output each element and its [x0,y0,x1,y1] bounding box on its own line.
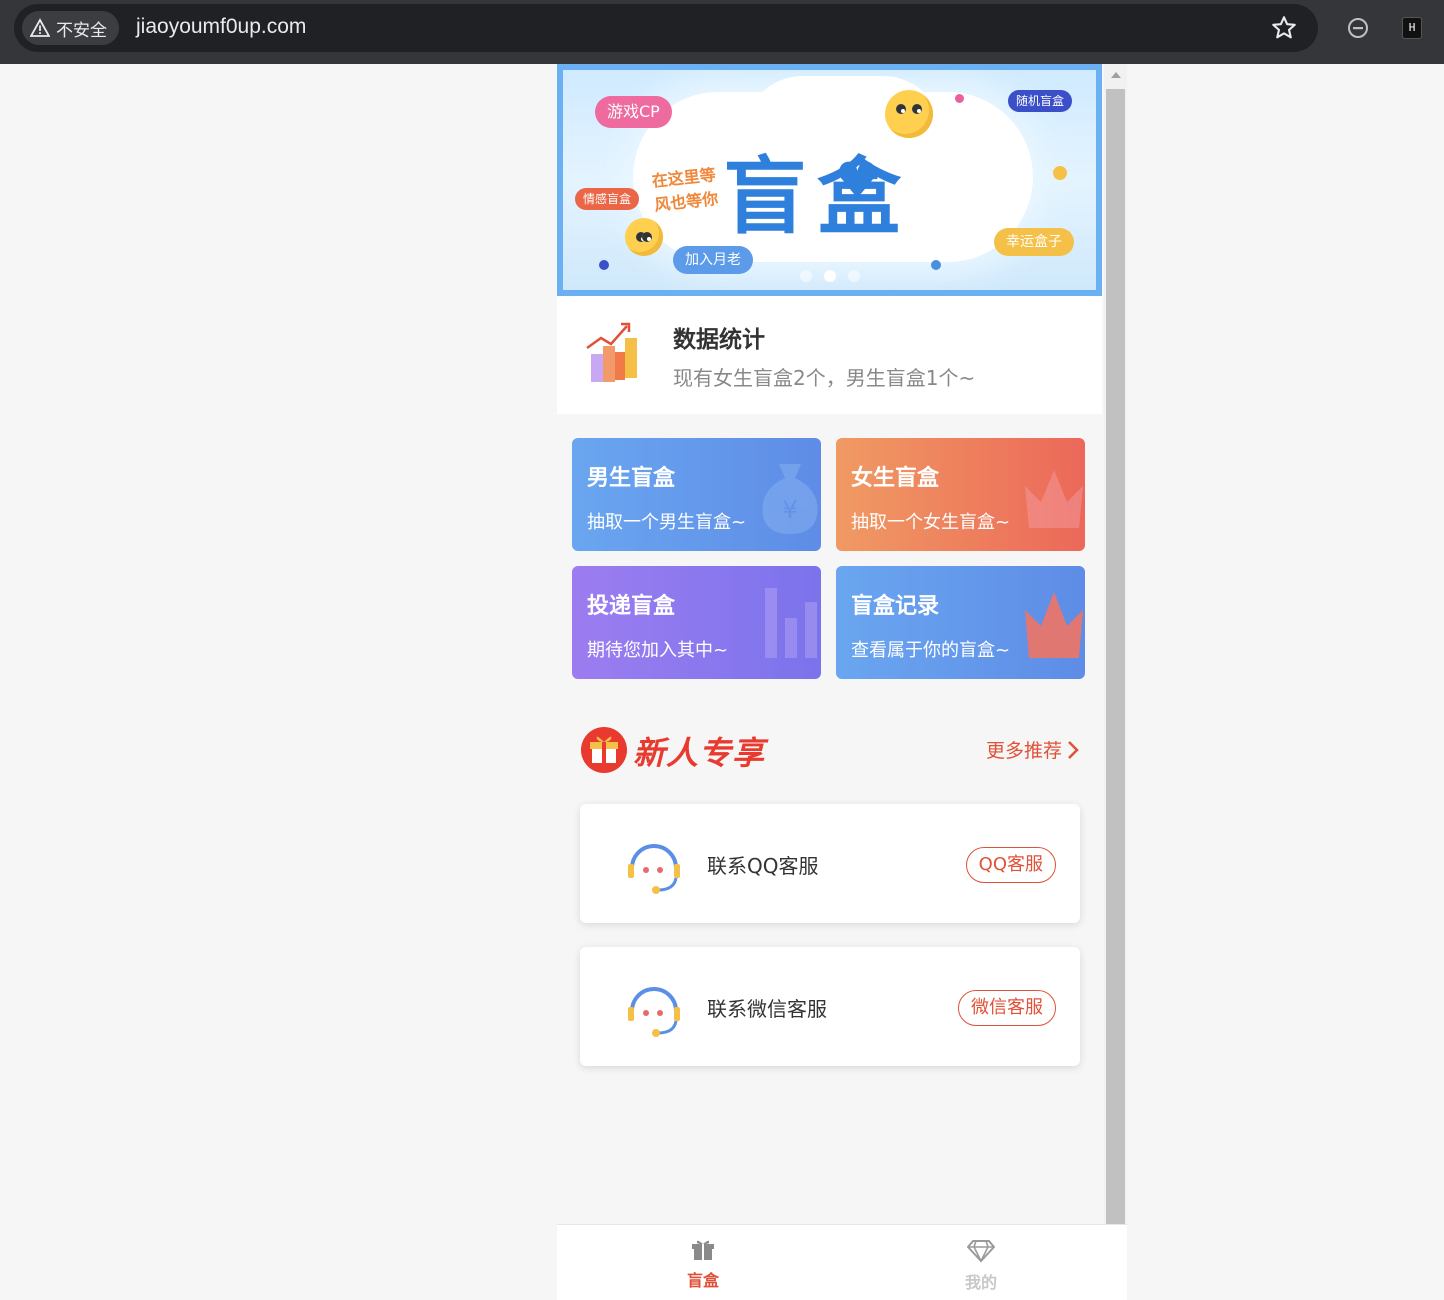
tag-lucky: 幸运盒子 [994,228,1074,256]
service-label: 联系QQ客服 [707,854,819,878]
card-subtitle: 抽取一个女生盲盒~ [851,512,1011,533]
tab-label: 盲盒 [686,1271,719,1290]
card-title: 投递盲盒 [587,594,676,619]
address-bar[interactable]: 不安全 jiaoyoumf0up.com [14,4,1318,52]
warning-icon [30,18,50,37]
crown-icon [1025,470,1083,528]
browser-toolbar: 不安全 jiaoyoumf0up.com H [0,0,1444,64]
chevron-right-icon [1068,740,1079,759]
svg-text:¥: ¥ [782,496,797,524]
tab-mine[interactable]: 我的 [941,1239,1021,1293]
crown-icon [1025,592,1083,658]
tab-blind-box[interactable]: 盲盒 [663,1239,743,1291]
banner-title: 盲盒 [723,148,912,246]
feature-grid: 男生盲盒 抽取一个男生盲盒~ ¥ 女生盲盒 抽取一个女生盲盒~ 投递盲盒 期待您… [557,414,1102,692]
decor-dot [931,260,941,270]
url-text[interactable]: jiaoyoumf0up.com [136,15,306,39]
tab-label: 我的 [964,1273,997,1292]
card-subtitle: 期待您加入其中~ [587,640,729,661]
card-subtitle: 查看属于你的盲盒~ [851,640,1011,661]
card-girl-box[interactable]: 女生盲盒 抽取一个女生盲盒~ [836,438,1085,551]
card-send-box[interactable]: 投递盲盒 期待您加入其中~ [572,566,821,679]
card-record-box[interactable]: 盲盒记录 查看属于你的盲盒~ [836,566,1085,679]
scrollbar-thumb[interactable] [1106,89,1125,1224]
bar-graph-icon [765,588,817,658]
banner-slide: 盲盒 ♥ 游戏CP 情感盲盒 随机盲盒 加入月老 幸运盒子 在这里等风也等你 [563,70,1096,290]
qq-service-card[interactable]: 联系QQ客服 QQ客服 [580,804,1080,923]
card-subtitle: 抽取一个男生盲盒~ [587,512,747,533]
service-label: 联系微信客服 [707,997,827,1021]
heart-icon: ♥ [835,152,880,210]
bottom-tab-bar: 盲盒 我的 [557,1224,1127,1300]
stats-section: 数据统计 现有女生盲盒2个，男生盲盒1个~ [557,296,1102,414]
extension-minus-icon[interactable] [1346,16,1370,40]
wechat-service-button[interactable]: 微信客服 [958,990,1056,1026]
diamond-icon [967,1240,995,1263]
decor-dot [599,260,609,270]
card-boy-box[interactable]: 男生盲盒 抽取一个男生盲盒~ ¥ [572,438,821,551]
bookmark-star-icon[interactable] [1270,14,1298,42]
tag-random: 随机盲盒 [1007,90,1072,112]
qq-service-button[interactable]: QQ客服 [965,847,1056,883]
money-bag-icon: ¥ [762,464,818,534]
pager-dot[interactable] [847,270,860,282]
security-label: 不安全 [56,20,107,41]
decor-dot [955,94,964,103]
pager-dot[interactable] [799,270,812,282]
headset-icon [628,844,680,894]
mobile-viewport: 盲盒 ♥ 游戏CP 情感盲盒 随机盲盒 加入月老 幸运盒子 在这里等风也等你 数… [557,64,1127,1300]
pager-dot-active[interactable] [823,270,836,282]
card-title: 盲盒记录 [851,594,940,619]
tag-game-cp: 游戏CP [595,96,672,128]
banner-handwriting: 在这里等风也等你 [650,165,720,215]
more-label: 更多推荐 [985,740,1062,762]
page-content: 盲盒 ♥ 游戏CP 情感盲盒 随机盲盒 加入月老 幸运盒子 在这里等风也等你 数… [557,64,1102,802]
security-indicator[interactable]: 不安全 [22,11,119,45]
decor-dot [1053,166,1067,180]
gift-icon [581,727,627,773]
banner-carousel[interactable]: 盲盒 ♥ 游戏CP 情感盲盒 随机盲盒 加入月老 幸运盒子 在这里等风也等你 [557,64,1102,296]
more-recommend-link[interactable]: 更多推荐 [986,736,1080,763]
scroll-up-arrow-icon[interactable] [1111,72,1121,78]
tag-emotion: 情感盲盒 [575,188,640,210]
extension-h-icon[interactable]: H [1402,17,1422,39]
emoji-face-icon [625,218,663,256]
headset-icon [628,987,680,1037]
emoji-face-icon [885,90,933,138]
stats-title: 数据统计 [673,327,765,353]
stats-description: 现有女生盲盒2个，男生盲盒1个~ [673,366,976,390]
card-title: 男生盲盒 [587,466,676,491]
promo-header: 新人专享 更多推荐 [557,692,1102,802]
bar-chart-icon [586,322,637,382]
scrollbar[interactable] [1104,64,1127,1224]
carousel-pager[interactable] [563,270,1096,282]
wechat-service-card[interactable]: 联系微信客服 微信客服 [580,947,1080,1066]
promo-title: 新人专享 [633,734,766,772]
card-title: 女生盲盒 [851,466,940,491]
gift-icon [692,1240,714,1260]
